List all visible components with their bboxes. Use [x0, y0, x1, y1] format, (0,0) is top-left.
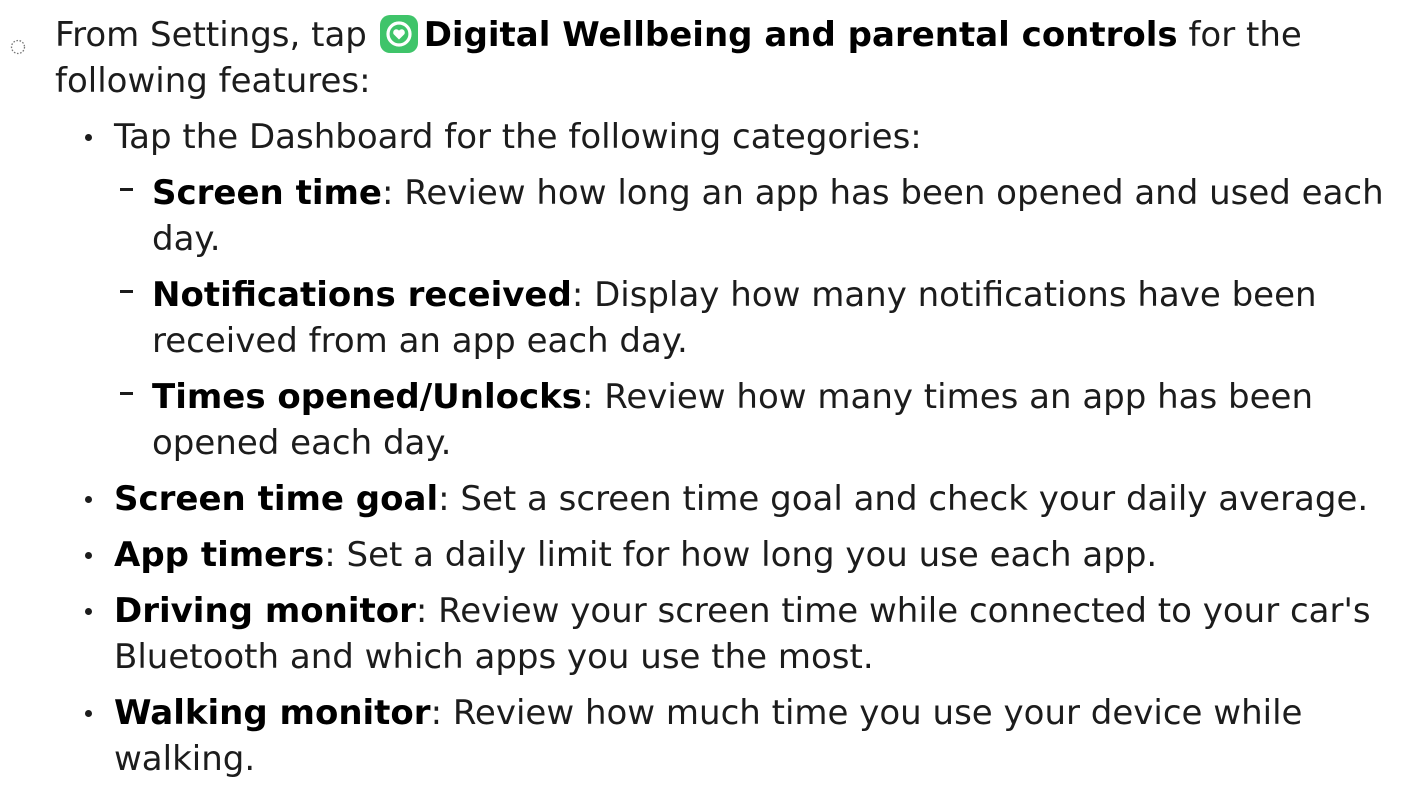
- list-item: Walking monitor: Review how much time yo…: [85, 690, 1400, 782]
- dash-icon: [120, 290, 133, 293]
- intro-paragraph: From Settings, tap Digital Wellbeing and…: [55, 12, 1400, 104]
- app-name: Digital Wellbeing and parental controls: [423, 15, 1178, 55]
- feature-term: Screen time goal: [114, 479, 439, 519]
- feature-list: Tap the Dashboard for the following cate…: [0, 114, 1400, 782]
- list-item: Times opened/Unlocks: Review how many ti…: [120, 374, 1400, 466]
- feature-description: Set a daily limit for how long you use e…: [346, 535, 1158, 575]
- instruction-step: From Settings, tap Digital Wellbeing and…: [0, 12, 1400, 792]
- category-separator: :: [381, 173, 405, 213]
- digital-wellbeing-app-icon: [379, 15, 418, 53]
- category-separator: :: [571, 275, 595, 315]
- dashboard-category-list: Screen time: Review how long an app has …: [114, 170, 1400, 466]
- list-item: Screen time: Review how long an app has …: [120, 170, 1400, 262]
- bullet-icon: [85, 496, 92, 503]
- category-term: Screen time: [152, 173, 382, 213]
- bullet-icon: [85, 552, 92, 559]
- category-term: Notifications received: [152, 275, 572, 315]
- intro-prefix: From Settings, tap: [55, 15, 367, 55]
- feature-term: App timers: [114, 535, 325, 575]
- dash-icon: [120, 188, 133, 191]
- category-term: Times opened/Unlocks: [152, 377, 583, 417]
- feature-separator: :: [430, 693, 453, 733]
- feature-term: Walking monitor: [114, 693, 431, 733]
- feature-description: Set a screen time goal and check your da…: [460, 479, 1369, 519]
- feature-separator: :: [415, 591, 439, 631]
- list-item: App timers: Set a daily limit for how lo…: [85, 532, 1400, 578]
- list-item: Screen time goal: Set a screen time goal…: [85, 476, 1400, 522]
- step-marker-icon: [10, 39, 26, 55]
- category-separator: :: [582, 377, 605, 417]
- feature-term: Driving monitor: [114, 591, 416, 631]
- list-item-dashboard: Tap the Dashboard for the following cate…: [85, 114, 1400, 466]
- dash-icon: [120, 392, 133, 395]
- bullet-icon: [85, 608, 92, 615]
- feature-separator: :: [438, 479, 461, 519]
- list-item: Driving monitor: Review your screen time…: [85, 588, 1400, 680]
- list-item: Notifications received: Display how many…: [120, 272, 1400, 364]
- bullet-icon: [85, 710, 92, 717]
- bullet-icon: [85, 134, 92, 141]
- feature-separator: :: [324, 535, 347, 575]
- dashboard-text: Tap the Dashboard for the following cate…: [114, 117, 922, 157]
